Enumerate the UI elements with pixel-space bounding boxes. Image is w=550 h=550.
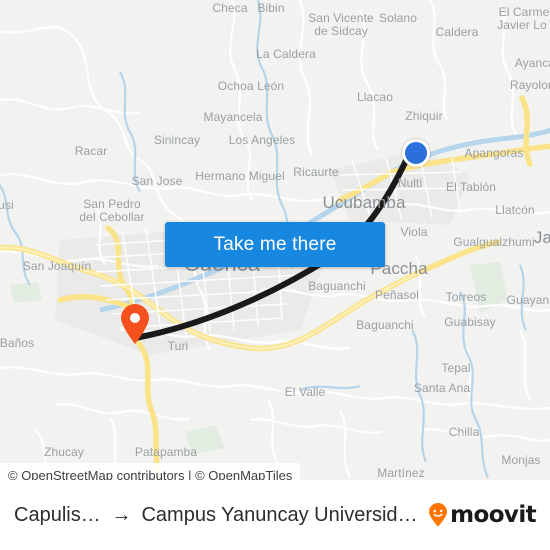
- route-origin-label: Capulispa...: [14, 503, 102, 526]
- moovit-pin-icon: [429, 503, 448, 527]
- attribution-text[interactable]: © OpenStreetMap contributors | © OpenMap…: [8, 468, 292, 481]
- route-summary: Capulispa... → Campus Yanuncay Universid…: [14, 504, 428, 527]
- route-destination-label: Campus Yanuncay Universidad De C...: [141, 503, 428, 526]
- arrow-right-icon: →: [111, 503, 132, 526]
- moovit-wordmark: moovit: [450, 502, 536, 528]
- pin-glyph: [121, 304, 149, 344]
- destination-pin-icon[interactable]: [119, 303, 151, 345]
- moovit-logo[interactable]: moovit: [428, 502, 537, 528]
- trip-map-screen: Checa Bibin San Vicente de Sidcay Solano Cald…: [0, 0, 550, 550]
- map-attribution: © OpenStreetMap contributors | © OpenMap…: [0, 463, 301, 481]
- origin-dot-icon[interactable]: [402, 139, 430, 167]
- map-canvas[interactable]: Checa Bibin San Vicente de Sidcay Solano Cald…: [0, 0, 550, 480]
- take-me-there-button[interactable]: Take me there: [165, 222, 385, 267]
- trip-footer-bar: Capulispa... → Campus Yanuncay Universid…: [0, 480, 550, 550]
